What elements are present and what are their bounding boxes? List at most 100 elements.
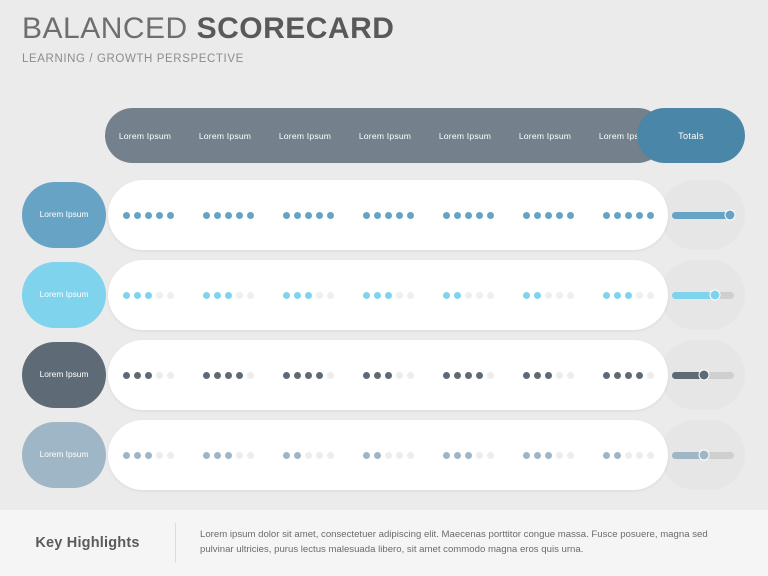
rating-dot-group[interactable] [508,211,588,219]
rating-dot-filled [464,451,472,459]
rating-dot-empty [155,291,163,299]
totals-progress-bar[interactable] [671,289,734,301]
rating-dot-filled [442,451,450,459]
totals-progress-knob[interactable] [698,449,710,461]
rating-dot-empty [566,291,574,299]
rating-dot-group[interactable] [508,371,588,379]
rating-dot-filled [384,371,392,379]
rating-dot-group[interactable] [588,451,668,459]
rating-dot-filled [293,211,301,219]
column-header-cell[interactable]: Lorem Ipsum [345,131,425,141]
rating-dot-filled [224,451,232,459]
rating-dot-filled [453,371,461,379]
rating-dot-filled [522,291,530,299]
rating-dot-empty [166,451,174,459]
rating-dot-filled [326,211,334,219]
rating-dot-group[interactable] [188,291,268,299]
rating-dot-group[interactable] [108,451,188,459]
rating-dot-group[interactable] [188,451,268,459]
rating-dot-empty [304,451,312,459]
rating-dot-group[interactable] [348,371,428,379]
totals-progress-bar[interactable] [671,209,736,221]
totals-progress-knob[interactable] [724,209,736,221]
rating-dot-group[interactable] [508,291,588,299]
totals-progress-bar[interactable] [671,449,734,461]
rating-dot-group[interactable] [428,211,508,219]
totals-progress-knob[interactable] [698,369,710,381]
row-label-pill[interactable]: Lorem Ipsum [22,262,106,328]
rating-dot-filled [155,211,163,219]
rating-dot-filled [533,371,541,379]
rating-dot-group[interactable] [268,211,348,219]
rating-dot-group[interactable] [188,371,268,379]
rating-dot-group[interactable] [348,291,428,299]
rating-dot-empty [395,291,403,299]
row-label-pill[interactable]: Lorem Ipsum [22,422,106,488]
rating-dot-empty [566,371,574,379]
rating-dot-empty [326,371,334,379]
rating-dot-filled [304,291,312,299]
rating-dot-group[interactable] [588,211,668,219]
rating-dot-filled [635,211,643,219]
rating-dot-group[interactable] [588,291,668,299]
totals-progress-bar[interactable] [671,369,734,381]
page-subtitle: LEARNING / GROWTH PERSPECTIVE [22,53,244,65]
column-header-main: Lorem Ipsum Lorem Ipsum Lorem Ipsum Lorem I… [105,108,665,163]
rating-dot-empty [566,451,574,459]
rating-dot-filled [373,211,381,219]
row-label-pill[interactable]: Lorem Ipsum [22,342,106,408]
row-label-text: Lorem Ipsum [39,209,89,220]
rating-dot-group[interactable] [108,291,188,299]
rating-dot-group[interactable] [428,451,508,459]
rating-dot-filled [144,451,152,459]
totals-progress-fill [671,211,731,219]
rating-dot-group[interactable] [348,211,428,219]
rating-dot-empty [646,451,654,459]
rating-dot-group[interactable] [508,451,588,459]
rating-dot-filled [362,451,370,459]
rating-dot-group[interactable] [588,371,668,379]
rating-dot-filled [144,211,152,219]
rating-dot-empty [246,291,254,299]
row-card [108,420,668,490]
totals-progress-knob[interactable] [709,289,721,301]
rating-dot-group[interactable] [268,291,348,299]
rating-dot-filled [122,211,130,219]
row-label-pill[interactable]: Lorem Ipsum [22,182,106,248]
column-header-bar: Lorem Ipsum Lorem Ipsum Lorem Ipsum Lorem I… [105,108,745,163]
rating-dot-empty [646,291,654,299]
rating-dot-filled [293,371,301,379]
rating-dot-empty [475,451,483,459]
rating-dot-filled [373,291,381,299]
rating-dot-filled [315,371,323,379]
rating-dot-filled [486,211,494,219]
row-totals-cell [660,420,745,490]
row-card [108,180,668,250]
rating-dot-group[interactable] [108,211,188,219]
column-header-cell[interactable]: Lorem Ipsum [185,131,265,141]
rating-dot-group[interactable] [188,211,268,219]
rating-dot-group[interactable] [348,451,428,459]
column-header-cell[interactable]: Lorem Ipsum [425,131,505,141]
column-header-cell[interactable]: Lorem Ipsum [505,131,585,141]
rating-dot-empty [464,291,472,299]
rating-dot-group[interactable] [428,371,508,379]
column-header-cell[interactable]: Lorem Ipsum [265,131,345,141]
rating-dot-empty [395,371,403,379]
rating-dot-filled [453,291,461,299]
column-header-totals[interactable]: Totals [637,108,745,163]
rating-dot-filled [166,211,174,219]
column-header-cell[interactable]: Lorem Ipsum [105,131,185,141]
rating-dot-filled [373,451,381,459]
rating-dot-filled [224,371,232,379]
rating-dot-empty [235,451,243,459]
rating-dot-empty [635,451,643,459]
rating-dot-filled [602,291,610,299]
rating-dot-group[interactable] [108,371,188,379]
rating-dot-group[interactable] [268,451,348,459]
rating-dot-empty [406,291,414,299]
rating-dot-group[interactable] [428,291,508,299]
rating-dot-group[interactable] [268,371,348,379]
rating-dot-filled [464,211,472,219]
rating-dot-filled [635,371,643,379]
